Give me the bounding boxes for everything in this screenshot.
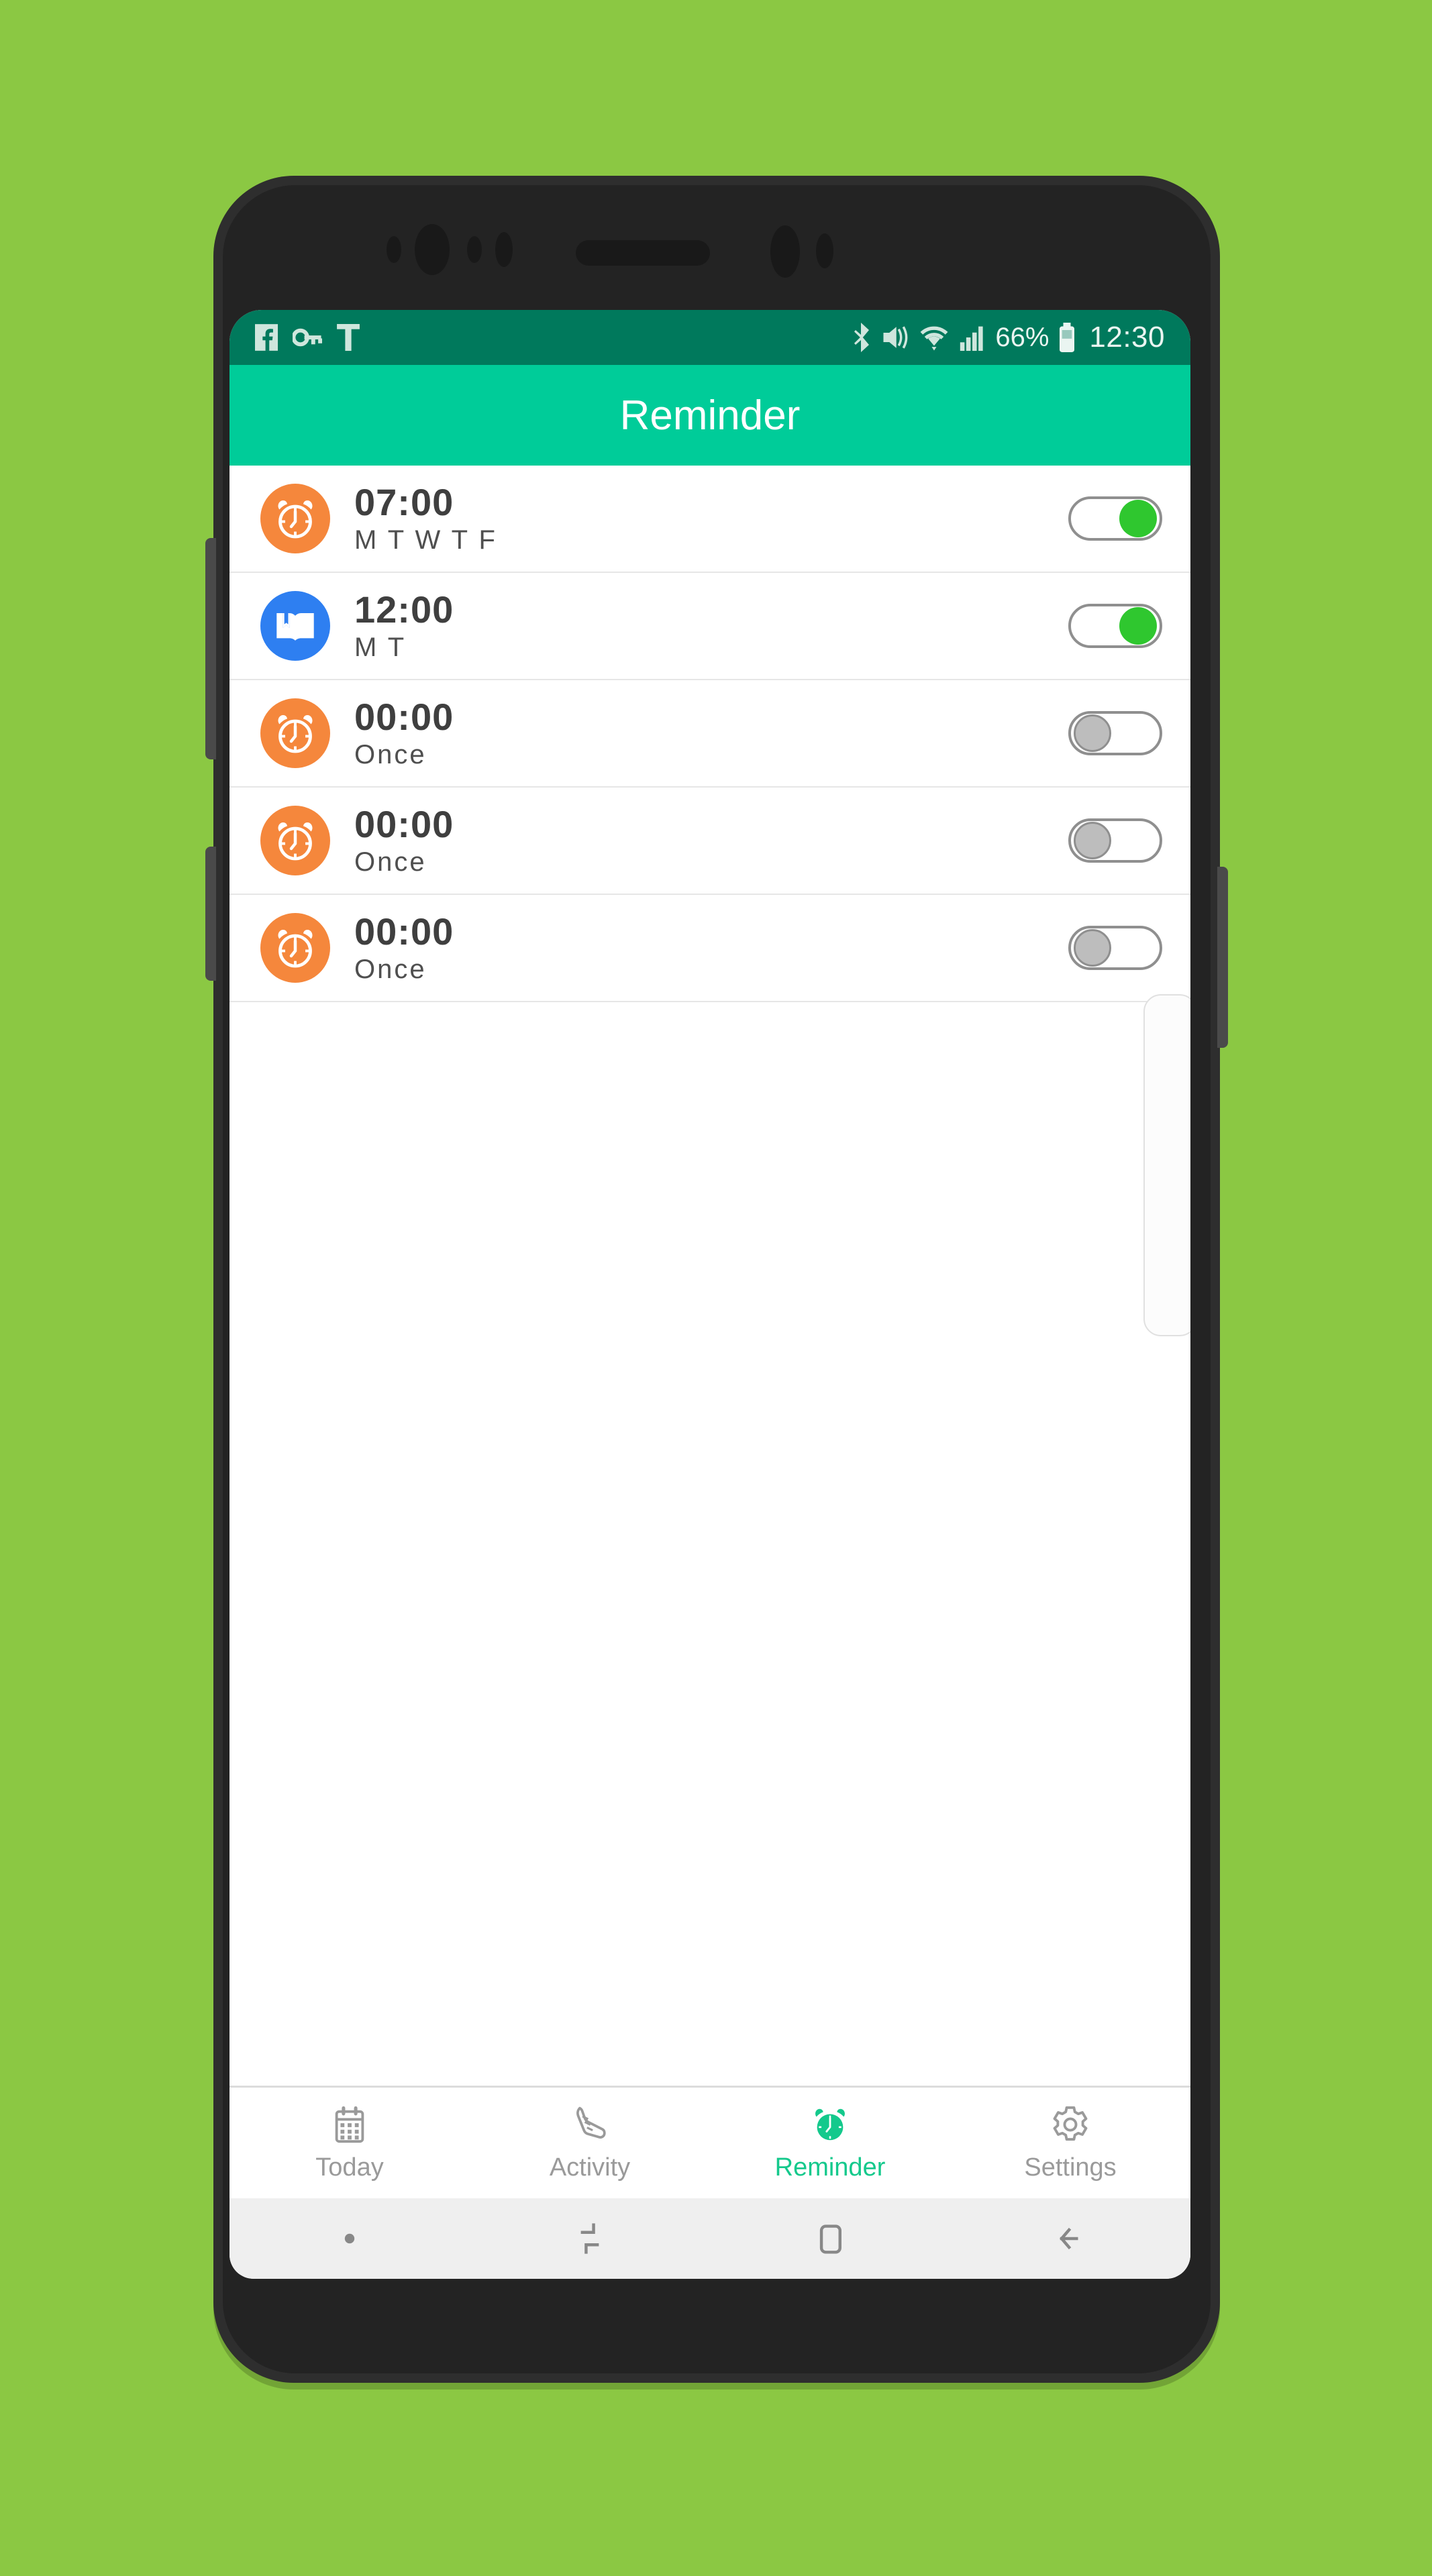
nav-recents-button[interactable] [470,2221,710,2256]
tab-today[interactable]: Today [229,2088,470,2198]
status-bar: 66% 12:30 [229,310,1190,365]
tab-label: Activity [549,2153,631,2182]
led-indicator-icon [816,233,833,268]
reminder-row[interactable]: 07:00 M T W T F [229,466,1190,573]
facebook-icon [255,324,278,351]
tab-activity[interactable]: Activity [470,2088,710,2198]
calendar-icon [335,2106,364,2143]
iris-scanner-icon [770,225,800,278]
reminder-toggle[interactable] [1068,711,1162,755]
tab-label: Today [315,2153,384,2182]
reminder-toggle[interactable] [1068,818,1162,863]
wifi-icon [920,326,948,351]
power-button[interactable] [1217,867,1228,1048]
proximity-sensor-icon [387,236,401,263]
reminder-row-text: 00:00 Once [354,696,1068,769]
vibrate-icon [883,326,908,349]
tab-settings[interactable]: Settings [950,2088,1190,2198]
nav-dot-indicator[interactable] [229,2233,470,2245]
nav-back-button[interactable] [950,2221,1190,2256]
toggle-knob [1074,822,1111,859]
status-bar-clock: 12:30 [1089,321,1165,354]
reminder-list-empty-area [229,994,1190,2086]
front-camera-icon [415,224,450,275]
volume-up-button[interactable] [205,538,216,759]
back-icon [1060,2227,1078,2250]
light-sensor-icon [467,236,482,263]
reminder-time: 07:00 [354,481,454,523]
alarm-clock-icon [260,913,330,983]
nav-home-button[interactable] [710,2222,950,2255]
toggle-knob [1074,714,1111,752]
phone-top-bezel [213,176,1220,313]
toggle-knob [1074,929,1111,967]
status-bar-left-icons [255,324,360,351]
tab-label: Settings [1024,2153,1117,2182]
gear-icon [1053,2106,1088,2141]
alarm-clock-icon [260,484,330,553]
reminder-toggle[interactable] [1068,926,1162,970]
vpn-key-icon [293,328,322,347]
reminder-row[interactable]: 12:00 M T [229,573,1190,680]
toggle-knob [1119,500,1157,537]
tab-reminder[interactable]: Reminder [710,2088,950,2198]
reminder-time: 12:00 [354,588,454,631]
dot-indicator-icon [344,2233,355,2244]
reminder-row-text: 07:00 M T W T F [354,481,1068,555]
toggle-knob [1119,607,1157,645]
reminder-row[interactable]: 00:00 Once [229,680,1190,788]
page-title: Reminder [619,392,801,439]
earpiece-speaker-icon [576,240,710,266]
reminder-row[interactable]: 00:00 Once [229,788,1190,895]
recents-icon [580,2223,599,2254]
battery-icon [1060,323,1075,352]
reminder-row-text: 12:00 M T [354,591,1068,661]
sensor-dot-icon [495,232,513,267]
reminder-time: 00:00 [354,696,454,738]
reminder-days: Once [354,847,427,877]
bottom-tab-bar[interactable]: Today Activity Reminder Settings [229,2086,1190,2198]
reminder-time: 00:00 [354,910,454,953]
android-navigation-bar[interactable] [229,2198,1190,2279]
list-scroll-panel-edge [1143,994,1190,1336]
reminder-row-text: 00:00 Once [354,913,1068,983]
reminder-row-text: 00:00 Once [354,803,1068,877]
reminder-toggle[interactable] [1068,496,1162,541]
status-bar-right-icons: 66% 12:30 [853,321,1165,354]
open-book-icon [260,591,330,661]
running-shoe-icon [576,2106,606,2139]
alarm-clock-icon [260,806,330,875]
text-input-icon [337,324,360,351]
cellular-signal-icon [960,326,983,351]
reminder-toggle[interactable] [1068,604,1162,648]
alarm-clock-icon [260,698,330,768]
volume-down-button[interactable] [205,847,216,981]
reminder-time: 00:00 [354,803,454,845]
battery-percent-label: 66% [995,322,1050,352]
tab-label: Reminder [774,2153,886,2182]
reminder-days: Once [354,740,427,769]
bluetooth-icon [854,323,870,352]
app-bar: Reminder [229,365,1190,466]
alarm-clock-icon [815,2108,845,2141]
reminder-row[interactable]: 00:00 Once [229,895,1190,1002]
reminder-days: Once [354,955,427,984]
reminder-list[interactable]: 07:00 M T W T F 12:00 M T 00:00 Once 00:… [229,466,1190,2086]
reminder-days: M T [354,633,407,662]
home-icon [819,2224,841,2254]
phone-device-frame: 66% 12:30 Reminder 07:00 M T W T F 12:00… [205,176,1228,2383]
phone-screen: 66% 12:30 Reminder 07:00 M T W T F 12:00… [229,310,1190,2279]
reminder-days: M T W T F [354,525,497,555]
